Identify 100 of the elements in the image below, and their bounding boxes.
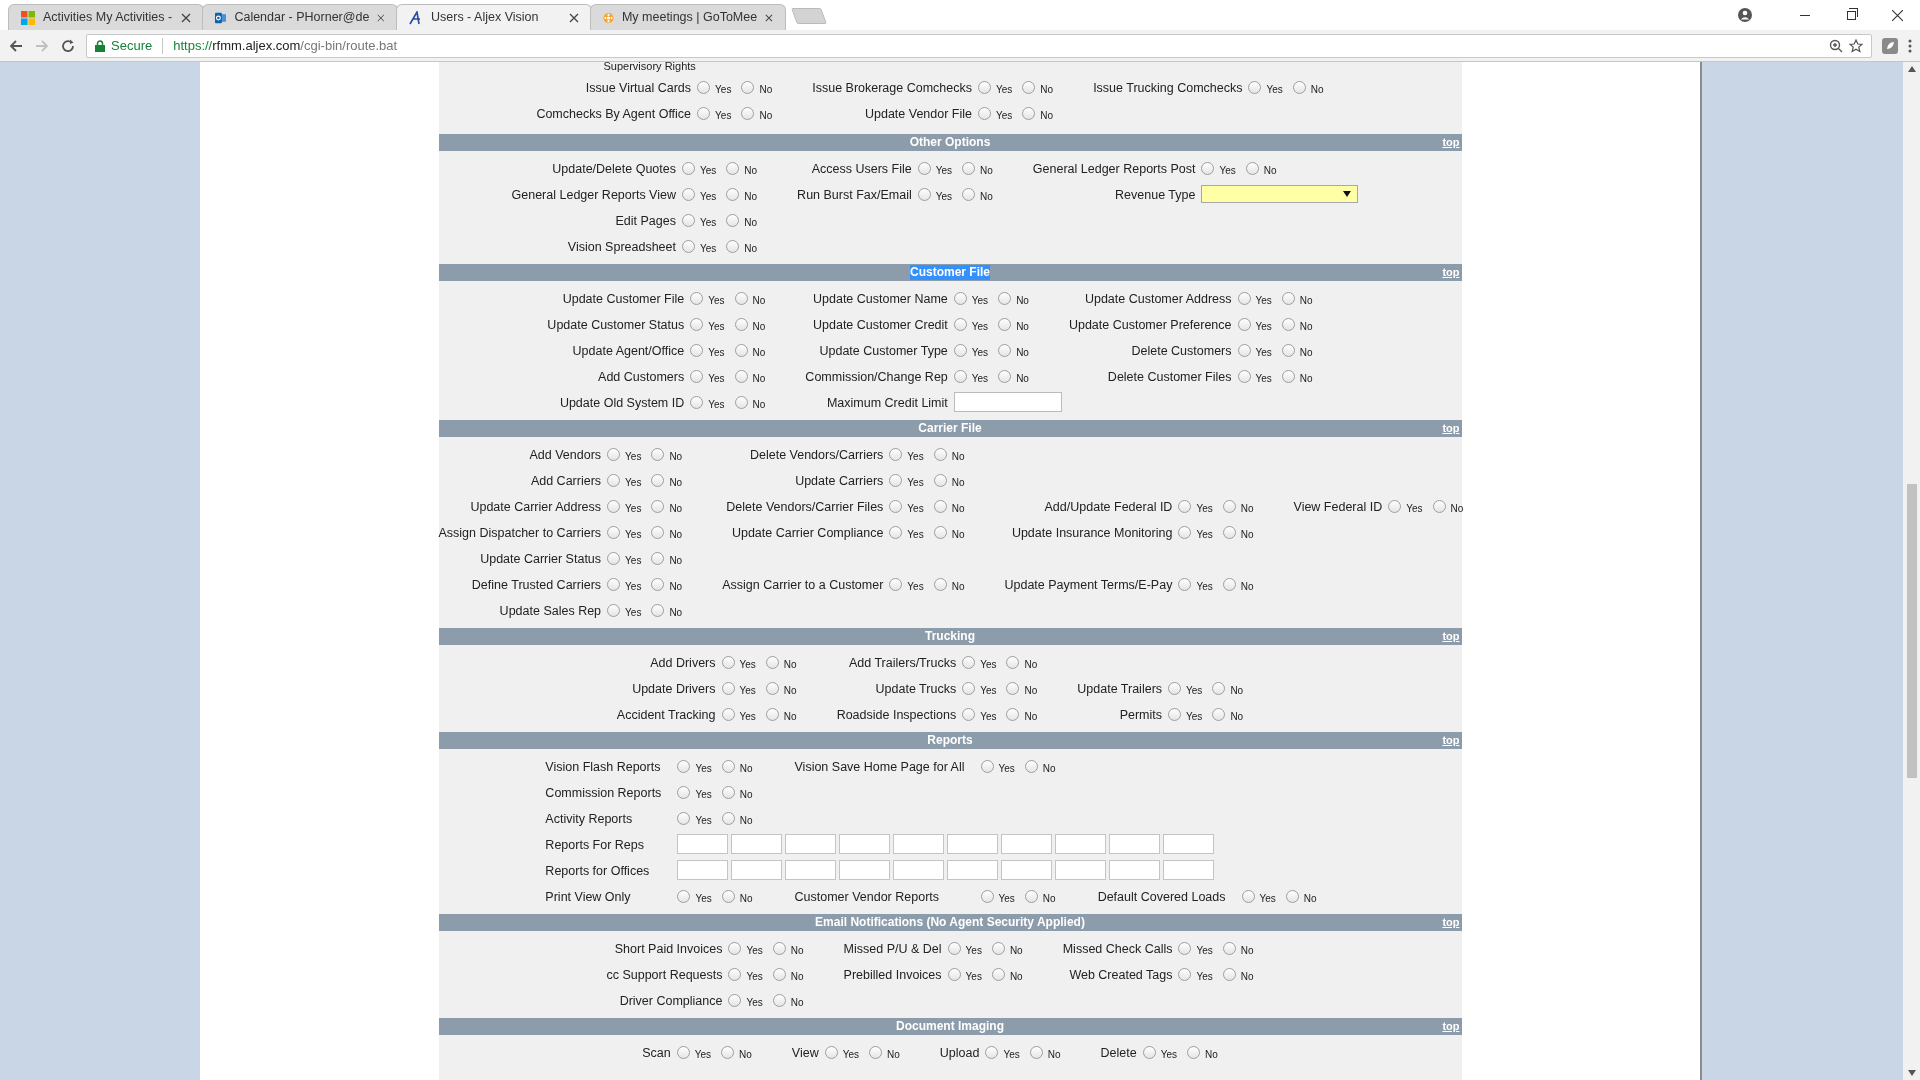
radio-button[interactable] <box>1178 525 1192 539</box>
radio-button[interactable] <box>734 317 748 331</box>
radio-button[interactable] <box>889 577 903 591</box>
close-tab-icon[interactable] <box>765 12 773 23</box>
report-field[interactable] <box>947 834 999 854</box>
radio-button[interactable] <box>978 80 991 94</box>
radio-button[interactable] <box>1241 889 1255 903</box>
radio-button[interactable] <box>962 681 976 695</box>
radio-button[interactable] <box>682 161 695 175</box>
scroll-up-arrow-icon[interactable] <box>1907 66 1916 72</box>
browser-tab[interactable]: Calendar - PHorner@de <box>202 4 398 30</box>
radio-button[interactable] <box>765 681 779 695</box>
radio-button[interactable] <box>978 106 991 120</box>
radio-button[interactable] <box>726 239 740 253</box>
radio-button[interactable] <box>933 473 947 487</box>
radio-button[interactable] <box>1222 967 1236 981</box>
radio-button[interactable] <box>651 473 665 487</box>
radio-button[interactable] <box>869 1045 882 1059</box>
radio-button[interactable] <box>651 525 665 539</box>
report-field[interactable] <box>677 834 729 854</box>
radio-button[interactable] <box>721 811 735 825</box>
radio-button[interactable] <box>734 395 748 409</box>
radio-button[interactable] <box>1237 343 1251 357</box>
top-link[interactable]: top <box>1442 628 1460 644</box>
radio-button[interactable] <box>1285 889 1299 903</box>
report-field[interactable] <box>785 860 837 880</box>
radio-button[interactable] <box>962 161 976 175</box>
radio-button[interactable] <box>651 551 665 565</box>
radio-button[interactable] <box>741 80 755 94</box>
menu-dots-icon[interactable] <box>1908 38 1912 53</box>
radio-button[interactable] <box>1006 707 1020 721</box>
radio-button[interactable] <box>980 889 994 903</box>
radio-button[interactable] <box>1222 941 1236 955</box>
radio-button[interactable] <box>607 473 621 487</box>
radio-button[interactable] <box>728 993 742 1007</box>
radio-button[interactable] <box>651 603 665 617</box>
radio-button[interactable] <box>721 889 735 903</box>
browser-tab[interactable]: My meetings | GoToMee <box>590 4 786 30</box>
new-tab-button[interactable] <box>791 8 827 24</box>
radio-button[interactable] <box>917 161 931 175</box>
radio-button[interactable] <box>953 343 967 357</box>
report-field[interactable] <box>839 834 891 854</box>
report-field[interactable] <box>1001 834 1053 854</box>
radio-button[interactable] <box>1281 317 1295 331</box>
radio-button[interactable] <box>962 707 976 721</box>
top-link[interactable]: top <box>1442 732 1460 748</box>
radio-button[interactable] <box>991 941 1005 955</box>
radio-button[interactable] <box>690 317 704 331</box>
radio-button[interactable] <box>1222 525 1236 539</box>
radio-button[interactable] <box>721 785 735 799</box>
radio-button[interactable] <box>1178 967 1192 981</box>
radio-button[interactable] <box>1245 161 1259 175</box>
radio-button[interactable] <box>985 1045 999 1059</box>
radio-button[interactable] <box>917 187 931 201</box>
radio-button[interactable] <box>1212 707 1226 721</box>
radio-button[interactable] <box>947 967 961 981</box>
radio-button[interactable] <box>651 577 665 591</box>
radio-button[interactable] <box>1142 1045 1156 1059</box>
radio-button[interactable] <box>1281 369 1295 383</box>
radio-button[interactable] <box>953 317 967 331</box>
radio-button[interactable] <box>1222 499 1236 513</box>
radio-button[interactable] <box>933 447 947 461</box>
radio-button[interactable] <box>962 655 976 669</box>
radio-button[interactable] <box>690 395 704 409</box>
radio-button[interactable] <box>1248 80 1262 94</box>
radio-button[interactable] <box>721 759 735 773</box>
radio-button[interactable] <box>947 941 961 955</box>
report-field[interactable] <box>1109 834 1161 854</box>
radio-button[interactable] <box>998 369 1012 383</box>
radio-button[interactable] <box>772 993 786 1007</box>
report-field[interactable] <box>893 834 945 854</box>
report-field[interactable] <box>1163 834 1215 854</box>
close-tab-icon[interactable] <box>181 12 191 23</box>
top-link[interactable]: top <box>1442 134 1460 150</box>
radio-button[interactable] <box>998 291 1012 305</box>
radio-button[interactable] <box>1432 499 1446 513</box>
radio-button[interactable] <box>1222 577 1236 591</box>
radio-button[interactable] <box>728 941 742 955</box>
radio-button[interactable] <box>772 967 786 981</box>
forward-arrow-icon[interactable] <box>34 37 50 54</box>
report-field[interactable] <box>731 834 783 854</box>
report-field[interactable] <box>731 860 783 880</box>
radio-button[interactable] <box>690 343 704 357</box>
radio-button[interactable] <box>962 187 976 201</box>
radio-button[interactable] <box>741 106 755 120</box>
radio-button[interactable] <box>690 291 704 305</box>
radio-button[interactable] <box>953 369 967 383</box>
radio-button[interactable] <box>677 811 691 825</box>
radio-button[interactable] <box>721 1045 734 1059</box>
radio-button[interactable] <box>1237 317 1251 331</box>
report-field[interactable] <box>1163 860 1215 880</box>
radio-button[interactable] <box>682 187 695 201</box>
radio-button[interactable] <box>1024 889 1038 903</box>
radio-button[interactable] <box>676 1045 690 1059</box>
radio-button[interactable] <box>980 759 994 773</box>
radio-button[interactable] <box>953 291 967 305</box>
radio-button[interactable] <box>1029 1045 1043 1059</box>
radio-button[interactable] <box>726 161 740 175</box>
radio-button[interactable] <box>651 447 665 461</box>
radio-button[interactable] <box>889 499 903 513</box>
